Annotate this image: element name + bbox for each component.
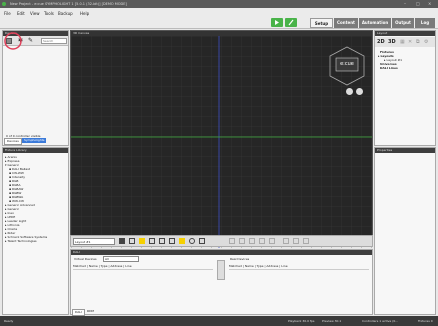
tab-sympholights[interactable]: Sympholights — [22, 138, 47, 143]
mode-automation-button[interactable]: Automation — [359, 18, 391, 28]
close-button[interactable]: × — [428, 0, 431, 8]
col-name[interactable]: Name — [245, 264, 254, 268]
canvas-panel: 3D Canvas e:cue — [70, 30, 373, 248]
align-icon[interactable] — [283, 238, 289, 244]
mode-setup-button[interactable]: Setup — [310, 18, 333, 28]
window-title: New Project - e:cue SYMPHOLIGHT 1 [5.0.1… — [10, 2, 127, 6]
pan-icon[interactable] — [356, 88, 363, 95]
window-titlebar: New Project - e:cue SYMPHOLIGHT 1 [5.0.1… — [0, 0, 438, 8]
devices-search-input[interactable] — [41, 38, 67, 44]
real-devices-label: Real Devices — [230, 257, 250, 261]
col-name[interactable]: Name — [89, 264, 98, 268]
layout-header: Layout — [375, 31, 435, 36]
distribute-icon[interactable] — [269, 238, 275, 244]
align-center-icon[interactable] — [293, 238, 299, 244]
menu-tools[interactable]: Tools — [44, 11, 54, 16]
maximize-button[interactable]: □ — [416, 0, 420, 8]
virtual-filter-select[interactable]: All — [103, 256, 139, 262]
app-logo-icon — [2, 2, 6, 6]
mode-2d-button[interactable]: 2D — [377, 38, 385, 46]
fixture-icon[interactable] — [119, 238, 125, 244]
view-cube[interactable]: e:cue — [327, 46, 367, 86]
view-cube-label: e:cue — [340, 61, 354, 67]
controllers-status: Controllers 1 active (0... — [362, 319, 399, 323]
menu-help[interactable]: Help — [80, 11, 89, 16]
properties-title: Properties — [377, 148, 393, 152]
delete-icon[interactable]: ✕ — [408, 38, 412, 46]
layout-select[interactable]: Layout #1 — [73, 238, 115, 245]
canvas-toolbar: Layout #1 — [70, 235, 373, 247]
col-line[interactable]: Line — [281, 264, 287, 268]
align-right-icon[interactable] — [303, 238, 309, 244]
status-bar: Ready Playback 30.0 fps Preview 30.1 Con… — [0, 316, 438, 326]
playback-fps: Playback 30.0 fps — [288, 319, 315, 323]
fixture-library-header: Fixture Library — [3, 148, 68, 153]
layout-tree: Fixtures ▸ Layouts ▸ Layout #1 Universes… — [378, 50, 402, 70]
menu-file[interactable]: File — [4, 11, 11, 16]
menu-bar: File Edit View Tools Backup Help Setup C… — [0, 8, 438, 29]
highlight-circle — [4, 32, 22, 50]
fixture-library-panel: Fixture Library ▸ Arenis ▸ Expresa ▾ Gen… — [2, 147, 69, 315]
dali-panel: DALI Virtual Devices All Matched | Name … — [70, 249, 373, 316]
patch-icon[interactable] — [139, 238, 145, 244]
orbit-icon[interactable] — [346, 88, 353, 95]
delete-icon[interactable] — [239, 238, 245, 244]
mode-3d-button[interactable]: 3D — [388, 38, 396, 46]
col-address[interactable]: Address — [266, 264, 278, 268]
mode-output-button[interactable]: Output — [392, 18, 414, 28]
virtual-devices-label: Virtual Devices — [74, 257, 97, 261]
square-icon[interactable] — [129, 238, 135, 244]
menu-view[interactable]: View — [30, 11, 40, 16]
layout-toolbar: 2D 3D ▦ ✕ ⧉ ⚙ — [375, 37, 435, 47]
col-line[interactable]: Line — [125, 264, 131, 268]
dali-title: DALI — [73, 250, 80, 254]
fixture-tree: ▸ Arenis ▸ Expresa ▾ Generic ▪ DALI Ball… — [5, 155, 47, 243]
col-type[interactable]: Type — [101, 264, 108, 268]
layout-title: Layout — [377, 31, 388, 35]
paste-icon[interactable] — [259, 238, 265, 244]
status-text: Ready — [4, 319, 14, 323]
menu-edit[interactable]: Edit — [17, 11, 25, 16]
tab-dali[interactable]: DALI — [72, 309, 85, 316]
tab-rdm[interactable]: RDM — [85, 309, 96, 314]
copy-icon[interactable] — [249, 238, 255, 244]
preview-fps: Preview 30.1 — [322, 319, 342, 323]
fixtures-count: Fixtures 0 — [418, 319, 433, 323]
copy-icon[interactable]: ⧉ — [416, 38, 420, 46]
col-matched[interactable]: Matched — [229, 264, 242, 268]
minimize-button[interactable]: – — [404, 0, 406, 8]
real-devices-header: Matched | Name | Type | Address | Line — [229, 264, 369, 270]
circle-icon[interactable] — [189, 238, 195, 244]
menu-backup[interactable]: Backup — [58, 11, 73, 16]
settings-icon[interactable]: ⚙ — [424, 38, 428, 46]
fixture-library-title: Fixture Library — [5, 148, 27, 152]
tab-devices[interactable]: Devices — [4, 138, 22, 145]
col-matched[interactable]: Matched — [73, 264, 86, 268]
properties-panel: Properties — [374, 147, 436, 315]
add-icon[interactable] — [179, 238, 185, 244]
devices-panel: Devices ✱ ✎ 0 of 0 controller visible De… — [2, 30, 69, 146]
edit-pencil-icon[interactable]: ✎ — [28, 37, 33, 45]
properties-header: Properties — [375, 148, 435, 153]
window-icon[interactable] — [199, 238, 205, 244]
grid-icon[interactable] — [149, 238, 155, 244]
col-address[interactable]: Address — [110, 264, 122, 268]
tree-item[interactable]: DALI Lines — [378, 66, 402, 70]
col-type[interactable]: Type — [257, 264, 264, 268]
canvas-title: 3D Canvas — [73, 31, 90, 35]
tree-item[interactable]: ▸ Talent Technologies — [5, 239, 47, 243]
curve-icon[interactable] — [169, 238, 175, 244]
mode-log-button[interactable]: Log — [415, 18, 435, 28]
pencil-icon[interactable] — [285, 18, 297, 27]
dali-header: DALI — [71, 250, 372, 255]
play-icon[interactable] — [271, 18, 283, 27]
virtual-devices-header: Matched | Name | Type | Address | Line — [73, 264, 213, 270]
align-left-icon[interactable] — [229, 238, 235, 244]
layout-grid-icon[interactable]: ▦ — [400, 38, 405, 46]
mode-content-button[interactable]: Content — [334, 18, 358, 28]
frame-icon[interactable] — [159, 238, 165, 244]
transfer-buttons[interactable] — [217, 260, 225, 280]
layout-panel: Layout 2D 3D ▦ ✕ ⧉ ⚙ Fixtures ▸ Layouts … — [374, 30, 436, 146]
